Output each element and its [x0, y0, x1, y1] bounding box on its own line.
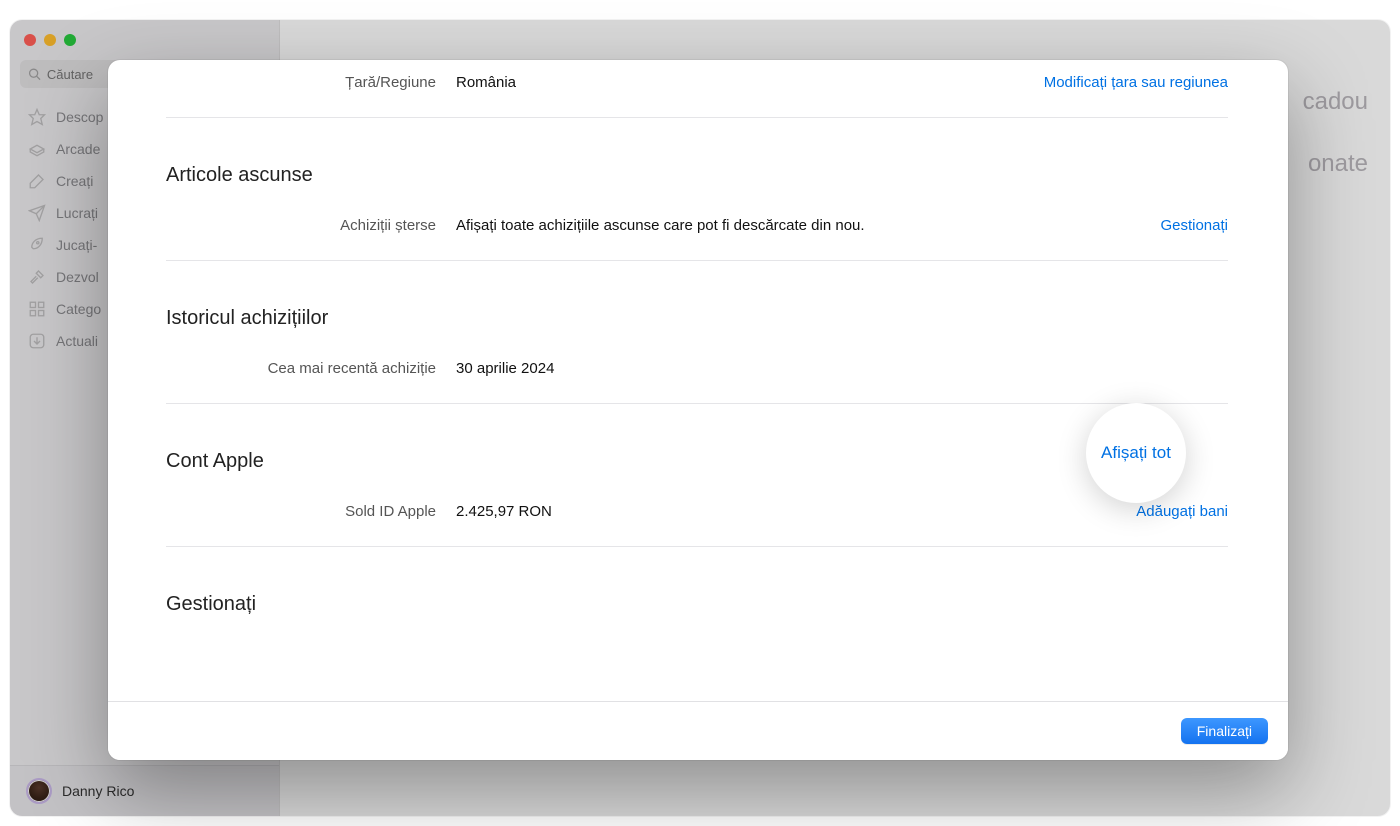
hidden-items-label: Achiziții șterse: [166, 217, 456, 234]
apple-balance-label: Sold ID Apple: [166, 503, 456, 520]
hidden-items-title: Articole ascunse: [166, 124, 1228, 203]
hidden-items-row: Achiziții șterse Afișați toate achiziții…: [166, 203, 1228, 254]
apple-account-title: Cont Apple: [166, 410, 1228, 489]
account-modal: Țară/Regiune România Modificați țara sau…: [108, 60, 1288, 760]
manage-hidden-link[interactable]: Gestionați: [1160, 217, 1228, 234]
last-purchase-value: 30 aprilie 2024: [456, 360, 1166, 377]
purchase-history-row: Cea mai recentă achiziție 30 aprilie 202…: [166, 346, 1228, 397]
divider: [166, 260, 1228, 261]
divider: [166, 546, 1228, 547]
divider: [166, 403, 1228, 404]
country-row: Țară/Regiune România Modificați țara sau…: [166, 60, 1228, 111]
divider: [166, 117, 1228, 118]
modal-body: Țară/Regiune România Modificați țara sau…: [108, 60, 1288, 701]
change-country-link[interactable]: Modificați țara sau regiunea: [1044, 74, 1228, 91]
done-button[interactable]: Finalizați: [1181, 718, 1268, 744]
last-purchase-label: Cea mai recentă achiziție: [166, 360, 456, 377]
add-funds-link[interactable]: Adăugați bani: [1136, 503, 1228, 520]
purchase-history-title: Istoricul achizițiilor: [166, 267, 1228, 346]
country-label: Țară/Regiune: [166, 74, 456, 91]
modal-footer: Finalizați: [108, 701, 1288, 760]
apple-balance-row: Sold ID Apple 2.425,97 RON Adăugați bani: [166, 489, 1228, 540]
apple-balance-value: 2.425,97 RON: [456, 503, 1136, 520]
country-value: România: [456, 74, 1044, 91]
hidden-items-value: Afișați toate achizițiile ascunse care p…: [456, 217, 1160, 234]
manage-title: Gestionați: [166, 553, 1228, 632]
